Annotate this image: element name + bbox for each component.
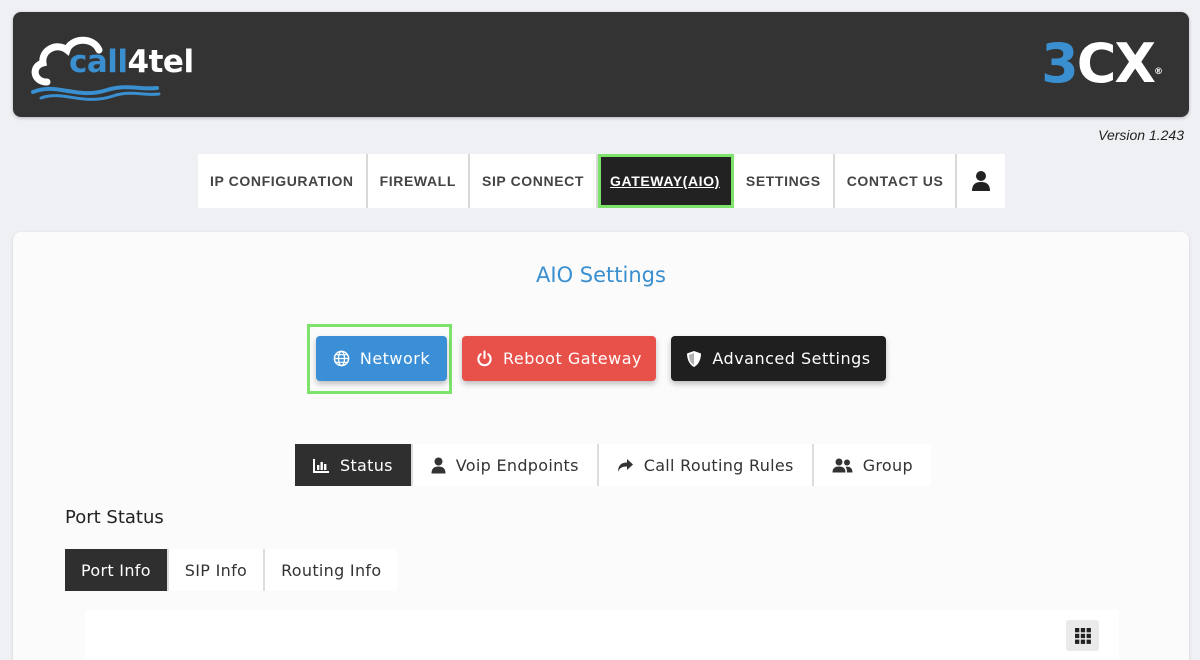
3cx-logo-3: 3 xyxy=(1041,32,1079,95)
app-header: call4tel 3CX® xyxy=(13,12,1189,117)
subtab-group[interactable]: Group xyxy=(814,444,931,486)
gateway-subtabs: Status Voip Endpoints Call Routing Rules xyxy=(295,444,931,486)
power-icon xyxy=(476,350,493,367)
users-icon xyxy=(832,458,853,473)
nav-ip-configuration[interactable]: IP CONFIGURATION xyxy=(198,154,368,208)
nav-user-account[interactable] xyxy=(957,154,1006,208)
advanced-settings-button[interactable]: Advanced Settings xyxy=(671,336,886,381)
globe-icon xyxy=(333,350,350,367)
brand-name-part1: call xyxy=(69,44,128,80)
3cx-logo-reg: ® xyxy=(1154,67,1163,77)
3cx-logo: 3CX® xyxy=(1041,32,1163,102)
tab-port-info[interactable]: Port Info xyxy=(65,549,169,591)
subtab-status-label: Status xyxy=(340,455,393,475)
subtab-call-routing-rules-label: Call Routing Rules xyxy=(643,455,794,475)
nav-contact-us[interactable]: CONTACT US xyxy=(834,154,958,208)
subtab-status[interactable]: Status xyxy=(295,444,413,486)
port-status-heading: Port Status xyxy=(65,507,164,528)
advanced-settings-button-label: Advanced Settings xyxy=(712,349,871,368)
top-navigation: IP CONFIGURATION FIREWALL SIP CONNECT GA… xyxy=(198,154,1006,208)
tab-routing-info[interactable]: Routing Info xyxy=(265,549,397,591)
tab-sip-info[interactable]: SIP Info xyxy=(169,549,266,591)
network-button[interactable]: Network xyxy=(316,336,447,381)
3cx-logo-cx: CX xyxy=(1076,32,1156,95)
nav-firewall[interactable]: FIREWALL xyxy=(367,154,470,208)
share-arrow-icon xyxy=(617,458,634,473)
aio-settings-card: AIO Settings Network Reboot Gateway Adva… xyxy=(13,232,1189,660)
nav-settings[interactable]: SETTINGS xyxy=(733,154,835,208)
brand-name-part2: 4tel xyxy=(127,44,195,80)
subtab-call-routing-rules[interactable]: Call Routing Rules xyxy=(599,444,814,486)
bar-chart-icon xyxy=(313,458,330,473)
network-button-label: Network xyxy=(359,349,431,368)
column-toggle-button[interactable] xyxy=(1066,620,1099,651)
subtab-group-label: Group xyxy=(862,455,913,475)
user-icon xyxy=(431,457,446,474)
action-buttons: Network Reboot Gateway Advanced Settings xyxy=(13,324,1189,396)
version-label: Version 1.243 xyxy=(1098,127,1184,143)
subtab-voip-endpoints[interactable]: Voip Endpoints xyxy=(413,444,599,486)
page-title: AIO Settings xyxy=(536,263,666,287)
nav-gateway-aio[interactable]: GATEWAY(AIO) xyxy=(598,154,734,208)
user-icon xyxy=(972,171,991,191)
brand-name: call4tel xyxy=(69,44,194,80)
nav-sip-connect[interactable]: SIP CONNECT xyxy=(470,154,599,208)
shield-icon xyxy=(686,350,702,368)
call4tel-logo[interactable]: call4tel xyxy=(27,30,197,106)
reboot-gateway-button-label: Reboot Gateway xyxy=(502,349,642,368)
reboot-gateway-button[interactable]: Reboot Gateway xyxy=(462,336,656,381)
grid-icon xyxy=(1074,627,1091,644)
subtab-voip-endpoints-label: Voip Endpoints xyxy=(455,455,579,475)
port-status-tabs: Port Info SIP Info Routing Info xyxy=(65,549,398,591)
port-info-panel xyxy=(85,610,1119,660)
